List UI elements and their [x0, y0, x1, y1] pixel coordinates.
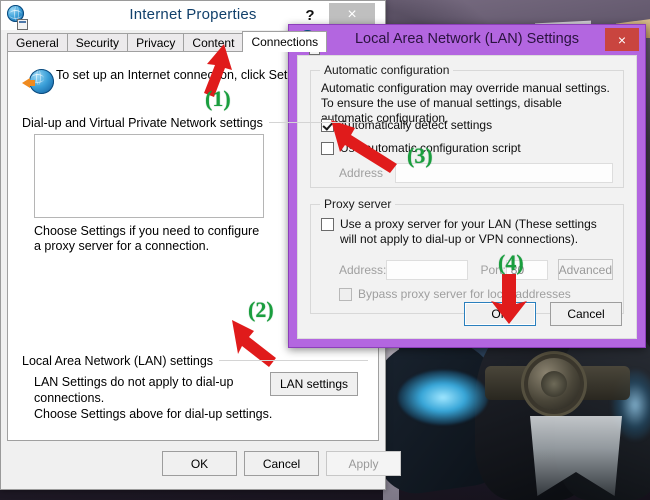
auto-config-address-input[interactable]: [395, 163, 613, 183]
tab-content[interactable]: Content: [183, 33, 244, 52]
use-proxy-server-label: Use a proxy server for your LAN (These s…: [340, 217, 597, 246]
advanced-button[interactable]: Advanced: [557, 259, 613, 280]
proxy-address-row: Address: Port: 80 Advanced: [339, 259, 613, 280]
page-title: Internet Properties: [129, 6, 257, 23]
auto-config-address-row: Address: [339, 163, 613, 183]
use-automatic-configuration-script-label: Use automatic configuration script: [340, 141, 521, 155]
lan-settings-group: Local Area Network (LAN) settings: [22, 352, 368, 370]
use-automatic-configuration-script-row[interactable]: Use automatic configuration script: [321, 141, 521, 155]
automatic-configuration-legend: Automatic configuration: [320, 63, 454, 77]
proxy-port-label: Port:: [480, 262, 506, 277]
dialup-connections-listbox[interactable]: [34, 134, 264, 218]
dialup-hint-text: Choose Settings if you need to configure…: [34, 224, 260, 253]
use-proxy-server-checkbox[interactable]: [321, 218, 334, 231]
lan-group-title: Local Area Network (LAN) settings: [22, 354, 220, 368]
globe-with-arrow-icon: [22, 66, 56, 98]
cancel-button[interactable]: Cancel: [244, 451, 319, 476]
lan-group-header: Local Area Network (LAN) settings: [22, 352, 368, 370]
lan-hint-text: LAN Settings do not apply to dial-up con…: [34, 374, 274, 422]
tab-privacy[interactable]: Privacy: [127, 33, 185, 52]
lan-hint-line-2: Choose Settings above for dial-up settin…: [34, 407, 273, 421]
internet-properties-footer: OK Cancel Apply: [7, 451, 401, 481]
apply-button[interactable]: Apply: [326, 451, 401, 476]
setup-instruction-text: To set up an Internet connection, click …: [56, 68, 305, 82]
ok-button-lan[interactable]: OK: [464, 302, 536, 326]
lan-dialog-title: Local Area Network (LAN) Settings: [354, 31, 580, 47]
bypass-proxy-row[interactable]: Bypass proxy server for local addresses: [339, 287, 571, 301]
automatically-detect-settings-label: Automatically detect settings: [340, 118, 493, 132]
tab-connections[interactable]: Connections: [242, 31, 328, 52]
tab-general[interactable]: General: [7, 33, 68, 52]
tab-security[interactable]: Security: [66, 33, 129, 52]
lan-settings-button[interactable]: LAN settings: [270, 372, 358, 396]
lan-hint-line-1: LAN Settings do not apply to dial-up con…: [34, 375, 234, 405]
ok-button[interactable]: OK: [162, 451, 237, 476]
automatically-detect-settings-row[interactable]: Automatically detect settings: [321, 118, 492, 132]
use-proxy-server-row[interactable]: Use a proxy server for your LAN (These s…: [321, 217, 613, 247]
wallpaper-armor-figure: [380, 330, 650, 500]
use-automatic-configuration-script-checkbox[interactable]: [321, 142, 334, 155]
bypass-proxy-checkbox[interactable]: [339, 288, 352, 301]
automatically-detect-settings-checkbox[interactable]: [321, 119, 334, 132]
tab-strip: General Security Privacy Content Connect…: [7, 31, 379, 52]
proxy-port-input[interactable]: 80: [505, 259, 548, 280]
cancel-button-lan[interactable]: Cancel: [550, 302, 622, 326]
proxy-address-label: Address:: [339, 262, 387, 277]
proxy-server-legend: Proxy server: [320, 197, 396, 211]
proxy-server-fieldset: Proxy server Use a proxy server for your…: [310, 197, 624, 314]
bypass-proxy-label: Bypass proxy server for local addresses: [358, 287, 571, 301]
dialup-group-title: Dial-up and Virtual Private Network sett…: [22, 116, 269, 130]
lan-dialog-footer: OK Cancel: [464, 302, 624, 326]
proxy-address-input[interactable]: [386, 259, 469, 280]
lan-settings-dialog: Local Area Network (LAN) Settings × Auto…: [288, 24, 646, 348]
armor-blue-glow: [398, 370, 488, 425]
auto-config-address-label: Address: [339, 166, 384, 180]
lan-dialog-body: Automatic configuration Automatic config…: [297, 55, 637, 339]
close-icon[interactable]: ×: [605, 28, 639, 51]
lan-settings-titlebar: Local Area Network (LAN) Settings ×: [289, 25, 645, 55]
automatic-configuration-fieldset: Automatic configuration Automatic config…: [310, 63, 624, 188]
armor-medallion: [528, 358, 580, 410]
